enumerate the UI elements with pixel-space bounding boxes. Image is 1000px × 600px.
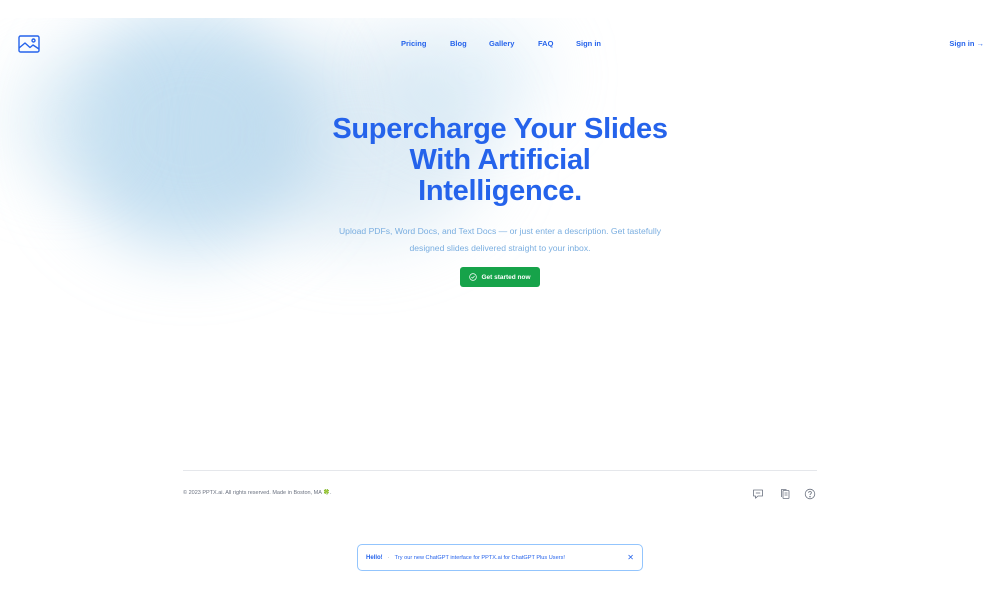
hero-subtitle-line: Upload PDFs, Word Docs, and Text Docs — …	[338, 226, 662, 236]
get-started-button[interactable]: Get started now	[460, 267, 540, 287]
chat-icon[interactable]	[752, 487, 764, 499]
copyright-text: © 2023 PPTX.ai. All rights reserved. Mad…	[183, 490, 332, 496]
nav-sign-in[interactable]: Sign in	[576, 39, 601, 48]
main-nav: Pricing Blog Gallery FAQ Sign in	[0, 39, 1000, 51]
header-sign-in-link[interactable]: Sign in →	[949, 39, 984, 48]
hero-background-glow	[0, 60, 120, 180]
copy-icon[interactable]	[779, 487, 791, 499]
get-started-label: Get started now	[481, 273, 531, 281]
hero-title: Supercharge Your Slides With Artificial …	[300, 114, 700, 207]
banner-separator: ·	[387, 554, 390, 561]
banner-greeting: Hello!	[366, 554, 383, 561]
close-icon[interactable]: ✕	[627, 553, 634, 562]
hero-title-line: Supercharge Your Slides	[332, 113, 668, 145]
hero-subtitle-line: designed slides delivered straight to yo…	[409, 243, 591, 253]
footer-icons	[752, 487, 818, 501]
nav-faq[interactable]: FAQ	[538, 39, 553, 48]
hero-subtitle: Upload PDFs, Word Docs, and Text Docs — …	[318, 223, 682, 257]
nav-pricing[interactable]: Pricing	[401, 39, 426, 48]
hero-title-line: Intelligence.	[418, 175, 582, 207]
help-icon[interactable]	[804, 487, 816, 500]
hero-title-line: With Artificial	[409, 144, 591, 176]
banner-message[interactable]: Try our new ChatGPT interface for PPTX.a…	[395, 555, 565, 561]
nav-gallery[interactable]: Gallery	[489, 39, 514, 48]
nav-blog[interactable]: Blog	[450, 39, 467, 48]
check-circle-icon	[469, 273, 478, 281]
top-edge	[0, 0, 1000, 18]
footer-divider	[183, 470, 817, 471]
announcement-banner: Hello! · Try our new ChatGPT interface f…	[357, 544, 643, 571]
